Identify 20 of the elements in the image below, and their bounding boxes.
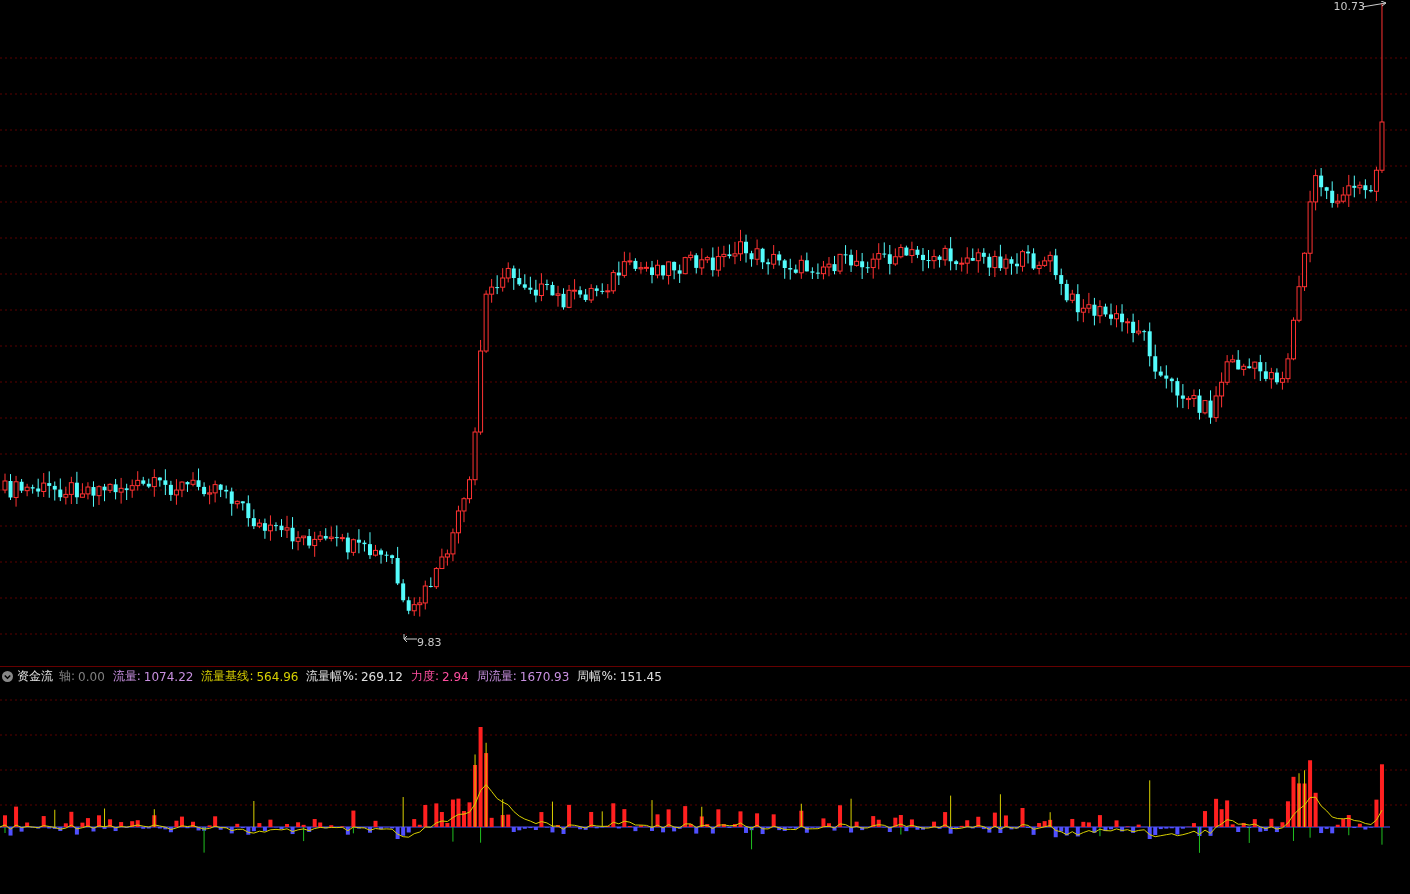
indicator-title: 资金流 [17,668,53,685]
collapse-icon[interactable] [2,671,13,682]
low-price-label: 9.83 [417,637,442,649]
high-price-label: 10.73 [1333,1,1365,13]
indicator-value: 269.12 [360,669,403,684]
indicator-label: 周幅%: [577,668,617,685]
arrow-icon [403,634,417,642]
indicator-value: 151.45 [619,669,662,684]
indicator-label: 流量幅%: [306,668,358,685]
indicator-label: 流量: [112,668,141,685]
indicator-value: 0.00 [78,669,105,684]
indicator-label: 流量基线: [201,668,254,685]
indicator-value: 1670.93 [519,669,570,684]
indicator-value: 564.96 [256,669,299,684]
indicator-value: 1074.22 [143,669,194,684]
indicator-label: 周流量: [476,668,517,685]
indicator-label: 力度: [410,668,439,685]
arrow-icon [1362,1,1388,9]
indicator-label: 轴: [59,668,76,685]
indicator-value: 2.94 [442,669,469,684]
